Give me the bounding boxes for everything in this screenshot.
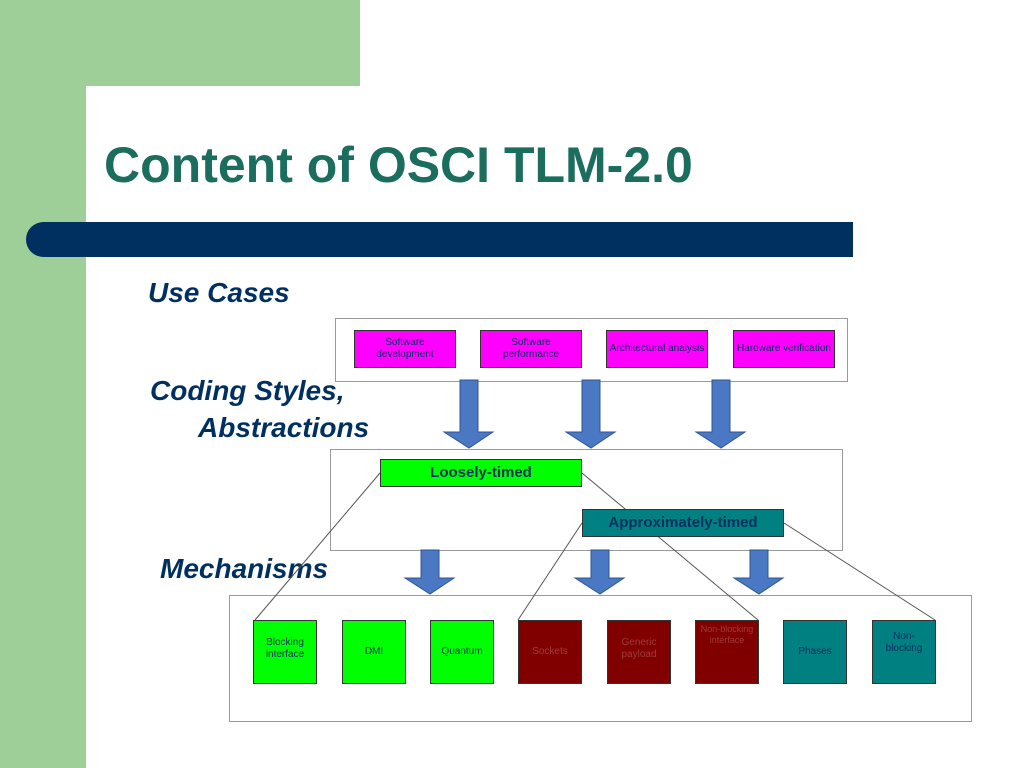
arrow-down-2 — [564, 379, 617, 449]
connector-lt-left — [254, 472, 381, 621]
mechanism-non-blocking-interface: Non-blocking interface — [695, 620, 759, 684]
arrow-down-1 — [442, 379, 495, 449]
coding-style-approximately-timed: Approximately-timed — [582, 509, 784, 537]
coding-style-loosely-timed: Loosely-timed — [380, 459, 582, 487]
connector-at-right — [783, 522, 936, 621]
mechanism-blocking-interface: Blocking interface — [253, 620, 317, 684]
connector-lt-right — [581, 472, 759, 621]
connector-at-left — [517, 522, 583, 621]
mechanism-quantum: Quantum — [430, 620, 494, 684]
mechanism-generic-payload: Generic payload — [607, 620, 671, 684]
mechanism-phases: Phases — [783, 620, 847, 684]
mechanism-dmi: DMI — [342, 620, 406, 684]
mechanism-sockets: Sockets — [518, 620, 582, 684]
mechanism-non-blocking: Non-blocking — [872, 620, 936, 684]
diagram-connectors — [254, 379, 936, 621]
arrow-down-3 — [694, 379, 747, 449]
arrow-down-6 — [732, 549, 785, 595]
arrow-down-5 — [573, 549, 626, 595]
arrow-down-4 — [403, 549, 456, 595]
